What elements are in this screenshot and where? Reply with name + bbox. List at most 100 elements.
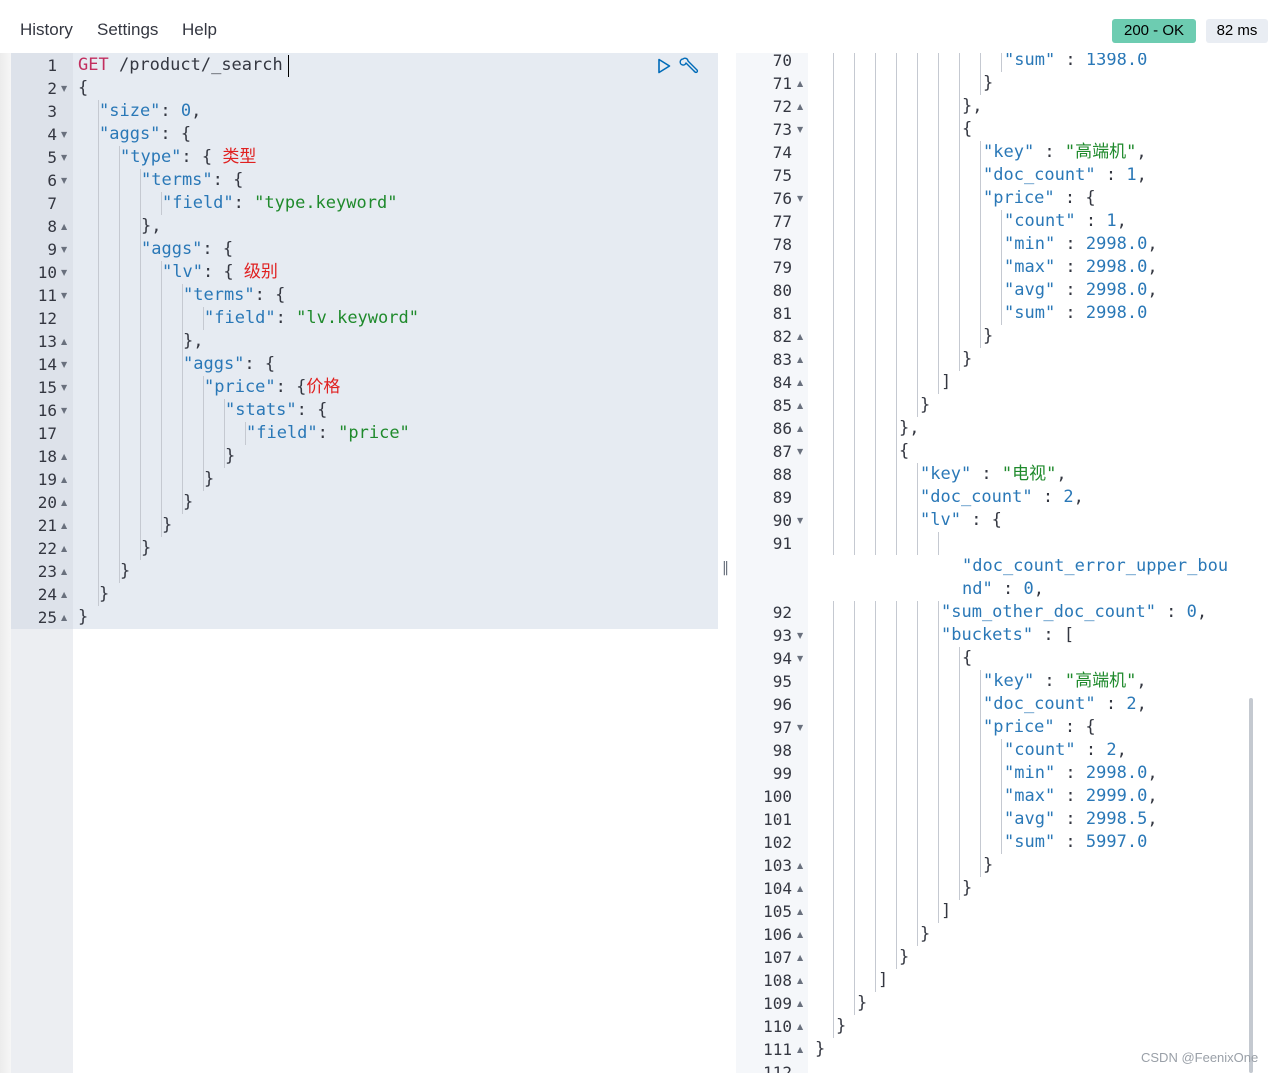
request-editor-empty-area[interactable] <box>73 629 718 1073</box>
fold-down-icon[interactable]: ▼ <box>797 118 803 141</box>
fold-up-icon[interactable]: ▲ <box>61 491 67 514</box>
fold-up-icon[interactable]: ▲ <box>797 854 803 877</box>
fold-up-icon[interactable]: ▲ <box>61 583 67 606</box>
fold-up-icon[interactable]: ▲ <box>797 992 803 1015</box>
code-token: , <box>191 101 202 121</box>
fold-down-icon[interactable]: ▼ <box>61 77 67 100</box>
code-token: : <box>1055 809 1086 829</box>
indent-guide <box>854 95 855 118</box>
fold-up-icon[interactable]: ▲ <box>797 95 803 118</box>
line-number: 72 <box>772 97 792 116</box>
indent-guide <box>854 854 855 877</box>
code-token: : { <box>296 400 328 420</box>
code-token: , <box>1147 786 1158 806</box>
line-number: 71 <box>772 74 792 93</box>
indent-guide <box>938 647 939 670</box>
code-token: "type.keyword" <box>254 193 398 213</box>
indent-guide <box>875 739 876 762</box>
indent-guide <box>959 831 960 854</box>
fold-down-icon[interactable]: ▼ <box>797 509 803 532</box>
wrench-icon[interactable] <box>679 56 699 76</box>
fold-up-icon[interactable]: ▲ <box>797 371 803 394</box>
indent-guide <box>854 187 855 210</box>
indent-guide <box>833 647 834 670</box>
history-menu[interactable]: History <box>20 20 73 40</box>
fold-up-icon[interactable]: ▲ <box>797 72 803 95</box>
fold-up-icon[interactable]: ▲ <box>797 946 803 969</box>
fold-up-icon[interactable]: ▲ <box>797 348 803 371</box>
code-token: : <box>1032 487 1064 507</box>
help-menu[interactable]: Help <box>182 20 217 40</box>
fold-up-icon[interactable]: ▲ <box>797 1038 803 1061</box>
response-scrollbar[interactable] <box>1249 698 1253 1073</box>
fold-down-icon[interactable]: ▼ <box>61 353 67 376</box>
indent-guide <box>875 532 876 555</box>
indent-guide <box>959 670 960 693</box>
fold-down-icon[interactable]: ▼ <box>797 187 803 210</box>
fold-up-icon[interactable]: ▲ <box>797 900 803 923</box>
indent-guide <box>896 601 897 624</box>
fold-up-icon[interactable]: ▲ <box>61 468 67 491</box>
fold-down-icon[interactable]: ▼ <box>797 716 803 739</box>
fold-up-icon[interactable]: ▲ <box>61 445 67 468</box>
fold-up-icon[interactable]: ▲ <box>797 923 803 946</box>
code-token: } <box>962 878 973 898</box>
fold-down-icon[interactable]: ▼ <box>61 238 67 261</box>
indent-guide <box>938 877 939 900</box>
indent-guide <box>938 371 939 394</box>
fold-down-icon[interactable]: ▼ <box>61 261 67 284</box>
code-line: "field": "price" <box>246 422 410 445</box>
page-edge <box>0 53 11 1073</box>
fold-down-icon[interactable]: ▼ <box>61 284 67 307</box>
code-token: 1398.0 <box>1085 53 1148 70</box>
code-line: } <box>78 606 88 629</box>
fold-down-icon[interactable]: ▼ <box>797 624 803 647</box>
fold-down-icon[interactable]: ▼ <box>797 440 803 463</box>
code-line: { <box>78 77 88 100</box>
fold-up-icon[interactable]: ▲ <box>61 537 67 560</box>
indent-guide <box>119 215 120 238</box>
line-number: 17 <box>37 424 57 443</box>
fold-up-icon[interactable]: ▲ <box>797 877 803 900</box>
fold-up-icon[interactable]: ▲ <box>797 1015 803 1038</box>
code-line: "key" : "高端机", <box>983 670 1147 693</box>
code-token: 2 <box>1126 694 1137 714</box>
fold-up-icon[interactable]: ▲ <box>797 325 803 348</box>
code-token: { <box>962 119 973 139</box>
fold-up-icon[interactable]: ▲ <box>61 514 67 537</box>
fold-up-icon[interactable]: ▲ <box>61 330 67 353</box>
line-number: 70 <box>772 53 792 70</box>
indent-guide <box>980 670 981 693</box>
play-icon[interactable] <box>657 58 671 74</box>
fold-up-icon[interactable]: ▲ <box>797 394 803 417</box>
indent-guide <box>917 762 918 785</box>
fold-up-icon[interactable]: ▲ <box>61 560 67 583</box>
indent-guide <box>917 923 918 946</box>
fold-down-icon[interactable]: ▼ <box>61 146 67 169</box>
code-token: "doc_count" <box>983 694 1096 714</box>
indent-guide <box>959 302 960 325</box>
drag-handle-icon[interactable]: ‖ <box>722 560 729 576</box>
code-line: { <box>962 118 972 141</box>
fold-up-icon[interactable]: ▲ <box>797 417 803 440</box>
fold-up-icon[interactable]: ▲ <box>61 215 67 238</box>
indent-guide <box>917 371 918 394</box>
fold-down-icon[interactable]: ▼ <box>61 376 67 399</box>
fold-up-icon[interactable]: ▲ <box>61 606 67 629</box>
response-viewer[interactable]: 70 "sum" : 1398.0 71 ▲} 72 ▲}, 73 ▼ {74 "key" : "… <box>736 53 1279 1073</box>
code-token: : <box>1075 211 1107 231</box>
indent-guide <box>98 353 99 376</box>
indent-guide <box>1001 739 1002 762</box>
code-token: } <box>120 561 131 581</box>
request-editor[interactable]: 1 GET /product/_search 2 ▼{3 "size": 0, 4 ▼ "ag… <box>11 53 718 1073</box>
code-token: : <box>1055 303 1086 323</box>
fold-down-icon[interactable]: ▼ <box>61 123 67 146</box>
fold-down-icon[interactable]: ▼ <box>797 647 803 670</box>
fold-down-icon[interactable]: ▼ <box>61 399 67 422</box>
code-line: "field": "lv.keyword" <box>204 307 419 330</box>
fold-down-icon[interactable]: ▼ <box>61 169 67 192</box>
indent-guide <box>875 279 876 302</box>
fold-up-icon[interactable]: ▲ <box>797 969 803 992</box>
settings-menu[interactable]: Settings <box>97 20 158 40</box>
indent-guide <box>98 284 99 307</box>
